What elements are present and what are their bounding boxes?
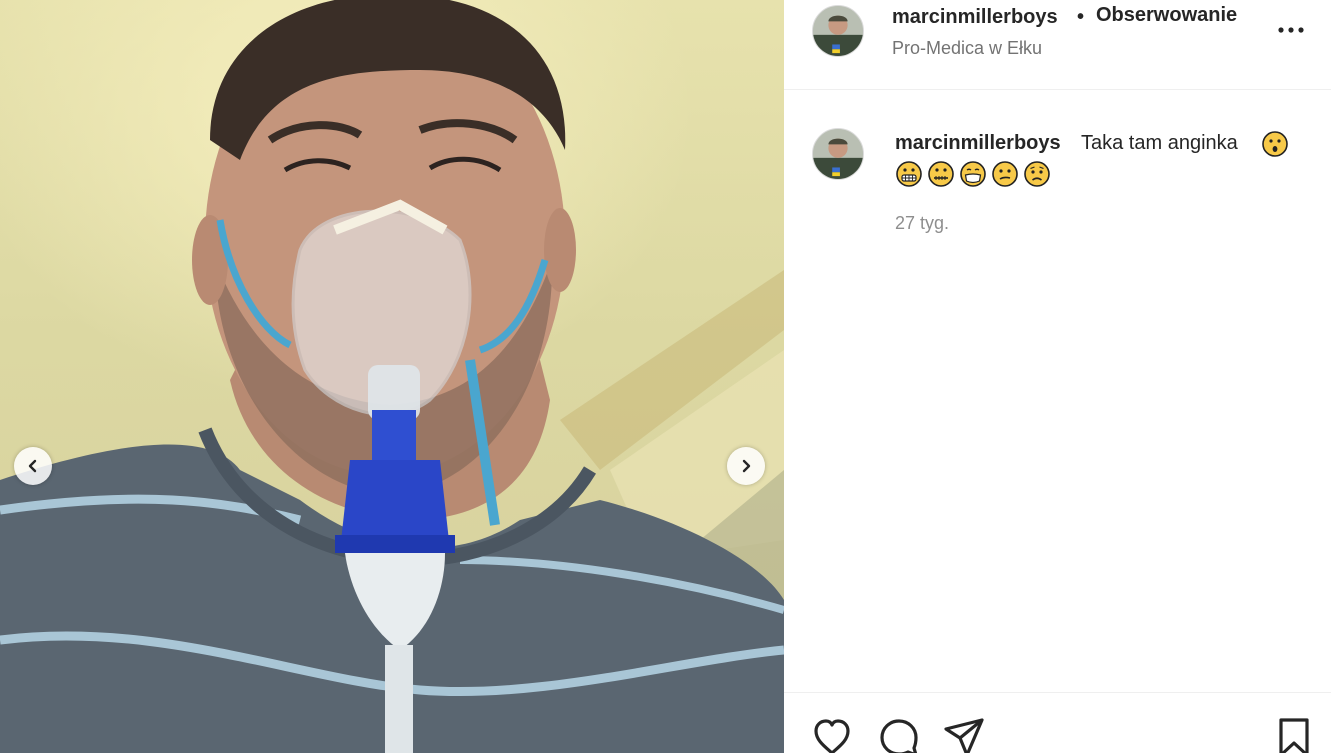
grimacing-face-icon [896,161,922,187]
author-username[interactable]: marcinmillerboys [892,6,1058,29]
paper-plane-icon [944,718,984,753]
following-button[interactable]: Obserwowanie [1096,4,1237,27]
more-options-button[interactable] [1276,20,1306,40]
post-photo [0,0,784,753]
more-options-icon [1278,27,1304,33]
comment-button[interactable] [877,715,921,753]
share-button[interactable] [942,715,986,753]
worried-face-icon [1024,161,1050,187]
next-image-button[interactable] [727,447,765,485]
bookmark-icon [1279,718,1309,753]
chevron-left-icon [28,459,37,473]
separator-dot: • [1077,6,1085,28]
comment-icon [880,719,918,753]
location-link[interactable]: Pro-Medica w Ełku [892,38,1042,59]
confused-face-icon [992,161,1018,187]
caption-avatar[interactable] [812,128,864,180]
post-header: marcinmillerboys • Obserwowanie Pro-Medi… [784,0,1331,90]
caption-username[interactable]: marcinmillerboys [895,132,1061,155]
post-actions-bar [784,692,1331,753]
avatar-image [813,6,863,56]
like-button[interactable] [810,715,854,753]
save-button[interactable] [1272,715,1316,753]
chevron-right-icon [742,459,751,473]
post-media[interactable] [0,0,784,753]
previous-image-button[interactable] [14,447,52,485]
zipper-mouth-face-icon [928,161,954,187]
heart-icon [814,719,850,753]
author-avatar[interactable] [812,5,864,57]
caption-text: Taka tam anginka [1081,132,1238,154]
hushed-face-icon [1262,131,1288,157]
post-timestamp[interactable]: 27 tyg. [895,213,949,234]
avatar-image [813,129,863,179]
post-side-panel: marcinmillerboys • Obserwowanie Pro-Medi… [784,0,1331,753]
caption-emoji-row [895,160,1051,188]
face-with-medical-mask-icon [960,161,986,187]
